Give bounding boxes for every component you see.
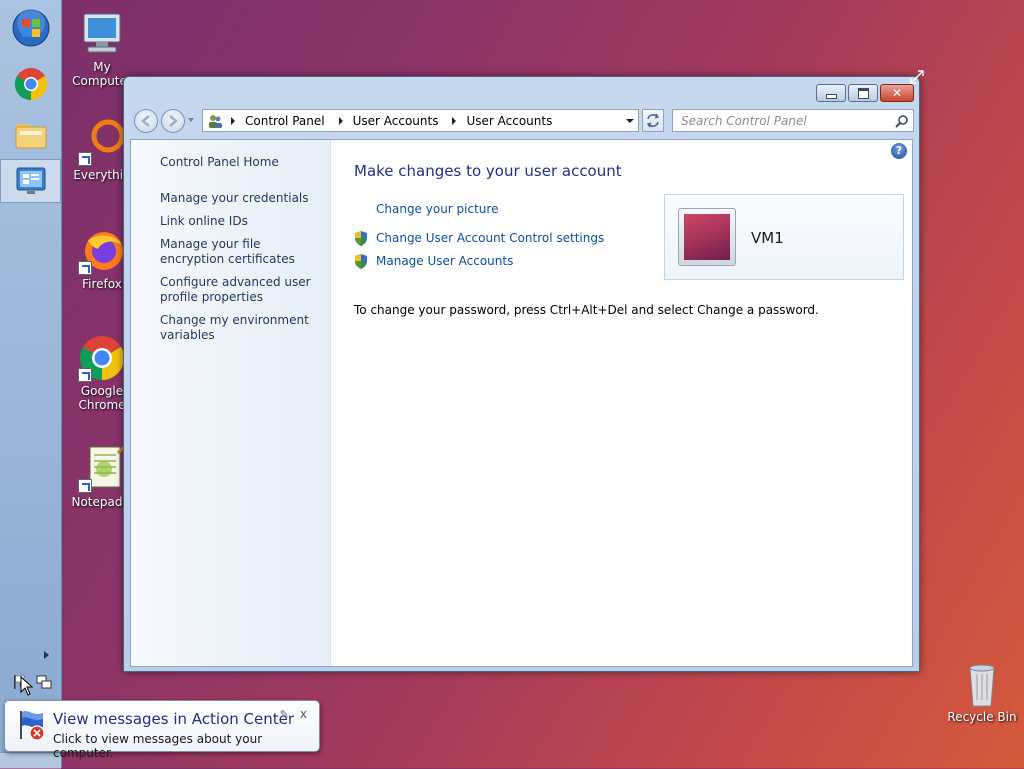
chrome-icon — [14, 68, 47, 101]
chrome-icon — [78, 334, 126, 382]
breadcrumb-separator[interactable] — [231, 116, 235, 125]
search-placeholder: Search Control Panel — [681, 114, 807, 128]
navigation-bar: Control Panel User Accounts User Account… — [130, 109, 914, 133]
avatar[interactable] — [678, 208, 736, 266]
everything-search-icon — [78, 118, 126, 166]
control-panel-icon — [16, 167, 45, 194]
breadcrumb-separator[interactable] — [452, 116, 457, 125]
action-center-notification[interactable]: View messages in Action Center Click to … — [4, 700, 320, 760]
computer-icon — [78, 10, 126, 58]
maximize-icon — [857, 87, 869, 99]
breadcrumb-separator[interactable] — [338, 116, 343, 125]
environment-variables-link[interactable]: Change my environment variables — [160, 313, 325, 343]
address-bar[interactable]: Control Panel User Accounts User Account… — [202, 109, 639, 132]
uac-shield-icon — [355, 231, 367, 246]
breadcrumb-user-accounts-current[interactable]: User Accounts — [466, 114, 552, 128]
recycle-bin-icon — [958, 660, 1006, 708]
taskbar-chrome[interactable] — [0, 62, 61, 106]
minimize-button[interactable] — [816, 84, 846, 102]
windows-orb-icon — [12, 9, 49, 47]
breadcrumb-control-panel[interactable]: Control Panel — [245, 114, 325, 128]
user-account-tile: VM1 — [664, 194, 904, 280]
change-uac-settings-link[interactable]: Change User Account Control settings — [376, 231, 604, 245]
back-button[interactable] — [134, 109, 158, 133]
close-button[interactable]: ✕ — [880, 84, 914, 102]
user-accounts-window[interactable]: ✕ Control Panel User Accounts User Accou… — [123, 70, 924, 672]
help-icon[interactable]: ? — [891, 143, 907, 159]
folder-icon — [15, 124, 46, 149]
notification-text: Click to view messages about your comput… — [53, 732, 263, 760]
mouse-pointer-icon — [20, 676, 34, 696]
desktop-icon-label: Recycle Bin — [947, 710, 1017, 724]
notepad-plus-plus-icon — [78, 445, 126, 493]
window-content: Control Panel Home Manage your credentia… — [130, 139, 913, 667]
main-pane: ? Make changes to your user account Chan… — [331, 140, 912, 666]
file-encryption-certificates-link[interactable]: Manage your file encryption certificates — [160, 237, 325, 267]
user-accounts-icon — [209, 114, 222, 128]
refresh-button[interactable] — [642, 109, 664, 132]
firefox-icon — [78, 227, 126, 275]
action-center-flag-icon — [20, 711, 45, 741]
back-arrow-icon — [141, 115, 150, 127]
taskbar-control-panel[interactable] — [0, 159, 61, 203]
desktop-icon-recycle-bin[interactable]: Recycle Bin — [942, 660, 1022, 724]
manage-credentials-link[interactable]: Manage your credentials — [160, 191, 325, 206]
control-panel-home-link[interactable]: Control Panel Home — [160, 155, 325, 170]
minimize-icon — [825, 93, 837, 99]
shortcut-arrow-icon — [78, 368, 92, 382]
notification-title: View messages in Action Center — [53, 710, 295, 728]
user-name: VM1 — [751, 229, 784, 247]
shortcut-arrow-icon — [78, 152, 92, 166]
manage-user-accounts-link[interactable]: Manage User Accounts — [376, 254, 513, 268]
show-desktop-button[interactable] — [0, 752, 61, 769]
pin-icon[interactable]: ✎ — [280, 708, 289, 721]
start-button[interactable] — [0, 6, 61, 50]
forward-button[interactable] — [161, 109, 185, 133]
password-instructions: To change your password, press Ctrl+Alt+… — [354, 303, 819, 317]
shortcut-arrow-icon — [78, 479, 92, 493]
notification-close-button[interactable]: x — [300, 707, 307, 721]
link-online-ids-link[interactable]: Link online IDs — [160, 214, 325, 229]
user-picture — [684, 214, 730, 260]
search-input[interactable]: Search Control Panel — [672, 109, 914, 132]
taskbar-explorer[interactable] — [0, 113, 61, 157]
uac-shield-icon — [355, 254, 367, 269]
maximize-button[interactable] — [848, 84, 878, 102]
address-dropdown-arrow-icon[interactable] — [626, 119, 634, 123]
resize-cursor-icon — [910, 70, 924, 84]
recent-pages-dropdown[interactable] — [188, 118, 194, 122]
breadcrumb-user-accounts[interactable]: User Accounts — [353, 114, 439, 128]
search-icon[interactable] — [895, 114, 909, 128]
advanced-profile-properties-link[interactable]: Configure advanced user profile properti… — [160, 275, 325, 305]
shortcut-arrow-icon — [78, 261, 92, 275]
page-title: Make changes to your user account — [354, 162, 622, 180]
close-icon: ✕ — [891, 86, 903, 100]
task-pane: Control Panel Home Manage your credentia… — [131, 140, 331, 666]
forward-arrow-icon — [169, 115, 178, 127]
change-picture-link[interactable]: Change your picture — [376, 202, 498, 216]
taskbar — [0, 0, 62, 769]
show-hidden-icons-arrow[interactable] — [44, 651, 49, 659]
refresh-icon — [646, 113, 660, 128]
network-icon[interactable] — [36, 674, 52, 690]
